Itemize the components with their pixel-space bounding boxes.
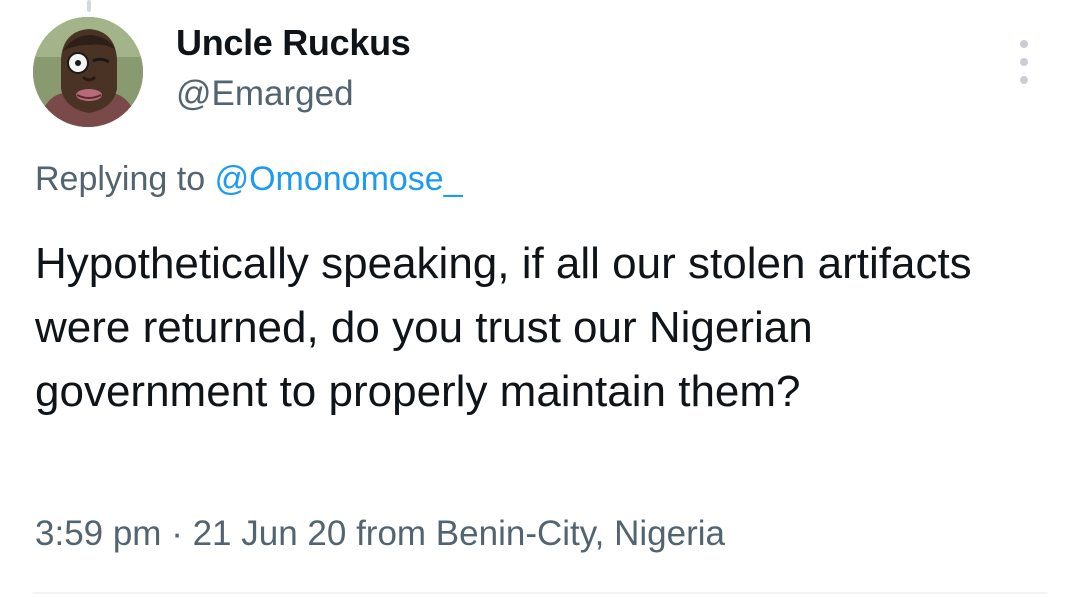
more-options-icon[interactable] [1006,40,1042,84]
avatar[interactable] [33,17,143,127]
replying-to-label: Replying to [35,160,206,198]
author-display-name[interactable]: Uncle Ruckus [176,22,411,64]
tweet-text: Hypothetically speaking, if all our stol… [35,239,972,416]
thread-connector-line [87,0,91,12]
divider [33,592,1047,594]
meta-separator: · [171,514,183,553]
more-dot [1020,58,1028,66]
tweet-location: from Benin-City, Nigeria [356,514,725,553]
tweet-date[interactable]: 21 Jun 20 [193,514,347,553]
replying-to-line: Replying to @Omonomose_ [35,160,463,199]
tweet-time[interactable]: 3:59 pm [35,514,161,553]
cartoon-portrait-avatar-icon [33,17,143,127]
reply-mention-link[interactable]: @Omonomose_ [215,160,463,198]
author-handle[interactable]: @Emarged [176,74,354,114]
tweet-meta: 3:59 pm · 21 Jun 20 from Benin-City, Nig… [35,514,725,554]
more-dot [1020,40,1028,48]
more-dot [1020,76,1028,84]
